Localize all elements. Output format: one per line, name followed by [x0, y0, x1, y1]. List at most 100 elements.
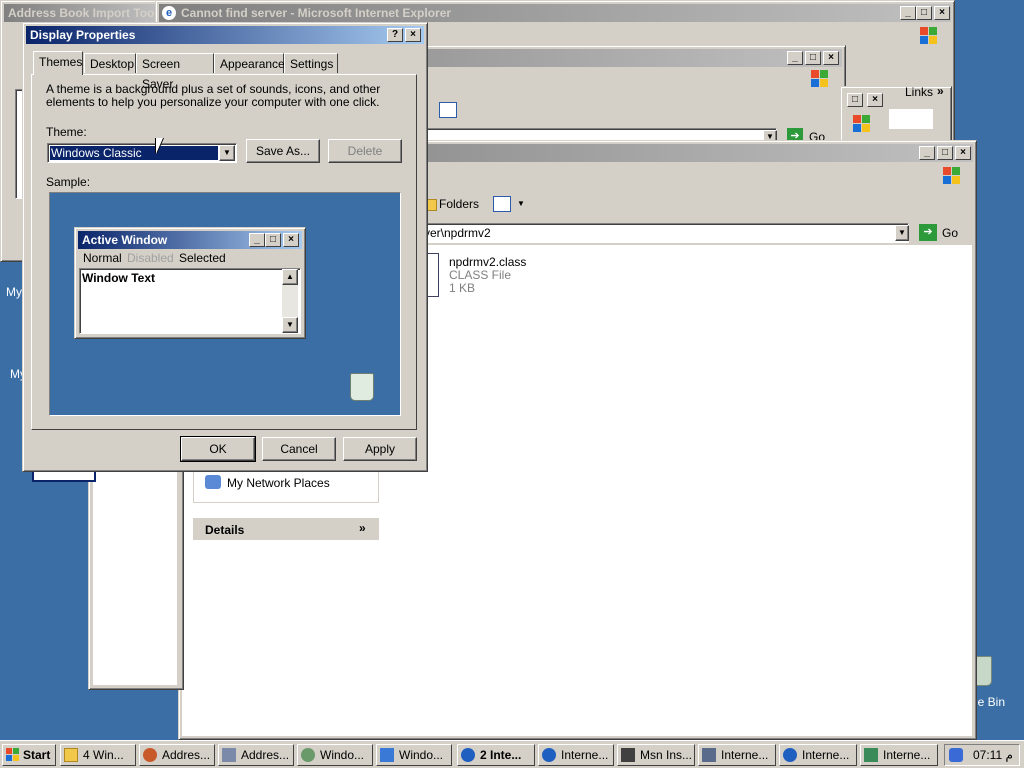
taskbar-item-8[interactable]: Msn Ins...: [617, 744, 695, 766]
go-arrow-icon[interactable]: ➔: [919, 224, 937, 241]
views-icon[interactable]: [439, 102, 457, 118]
sample-scroll-down-icon: ▼: [282, 317, 298, 333]
details-header[interactable]: Details »: [193, 518, 379, 540]
system-tray: 07:11 م: [944, 744, 1020, 766]
explorer-close-button[interactable]: ×: [955, 146, 971, 160]
taskbar-item-2[interactable]: Addres...: [139, 744, 215, 766]
address-book-title-bar[interactable]: Address Book Import Tool: [4, 4, 158, 22]
explorer-maximize-button[interactable]: □: [937, 146, 953, 160]
ie-icon: [702, 748, 716, 762]
delete-button[interactable]: Delete: [328, 139, 402, 163]
folder-icon: [64, 748, 78, 762]
sample-window-title: Active Window: [82, 233, 168, 247]
taskbar-item-label: Msn Ins...: [640, 748, 693, 762]
tab-appearance[interactable]: Appearance: [214, 53, 285, 73]
views-dropdown-icon[interactable]: ▼: [517, 199, 525, 208]
folders-button[interactable]: Folders: [439, 197, 479, 211]
tab-desktop[interactable]: Desktop: [84, 53, 136, 73]
taskbar-item-9[interactable]: Interne...: [698, 744, 776, 766]
sample-menu-selected: Selected: [179, 251, 226, 265]
address-dropdown-button[interactable]: ▼: [895, 225, 909, 241]
recycle-bin-label[interactable]: le Bin: [975, 695, 1005, 709]
apply-button[interactable]: Apply: [343, 437, 417, 461]
taskbar-item-6[interactable]: 2 Inte...: [457, 744, 535, 766]
explorer-mid-maximize-button[interactable]: □: [805, 51, 821, 65]
network-places-link[interactable]: My Network Places: [227, 476, 330, 490]
taskbar-item-11[interactable]: Interne...: [860, 744, 938, 766]
chevron-down-icon[interactable]: »: [359, 521, 366, 535]
taskbar-item-label: Addres...: [241, 748, 290, 762]
taskbar-item-label: Addres...: [162, 748, 211, 762]
sample-recycle-bin-icon: [350, 373, 374, 401]
chevron-right-icon[interactable]: »: [937, 84, 944, 98]
small-window-right[interactable]: □ × Links »: [840, 84, 952, 148]
msn-icon: [621, 748, 635, 762]
go-button[interactable]: Go: [942, 226, 958, 240]
explorer-minimize-button[interactable]: _: [919, 146, 935, 160]
sample-menu-normal: Normal: [83, 251, 122, 265]
small-window-maximize-button[interactable]: □: [847, 93, 863, 107]
address-book-icon: [143, 748, 157, 762]
ie-maximize-button[interactable]: □: [916, 6, 932, 20]
explorer-mid-minimize-button[interactable]: _: [787, 51, 803, 65]
windows-logo-icon: [943, 167, 961, 185]
sample-window-text: Window Text: [82, 271, 155, 285]
sample-label: Sample:: [46, 175, 91, 189]
views-icon[interactable]: [493, 196, 511, 212]
taskbar-item-3[interactable]: Addres...: [218, 744, 294, 766]
sample-active-window: Active Window _ □ × Normal Disabled Sele…: [74, 227, 306, 339]
small-window-close-button[interactable]: ×: [867, 93, 883, 107]
taskbar: Start 4 Win... Addres... Addres... Windo…: [0, 740, 1024, 768]
window-icon: [380, 748, 394, 762]
ie-title: Cannot find server - Microsoft Internet …: [181, 6, 452, 20]
ie-icon: e: [162, 6, 176, 20]
theme-select-dropdown[interactable]: ▼: [219, 145, 235, 161]
background-window-left[interactable]: [88, 440, 184, 690]
windows-logo-icon: [6, 748, 20, 762]
cancel-button[interactable]: Cancel: [262, 437, 336, 461]
ok-button[interactable]: OK: [180, 436, 256, 462]
dialog-close-button[interactable]: ×: [405, 28, 421, 42]
address-bar[interactable]: yer\npdrmv2: [419, 223, 909, 243]
help-button[interactable]: ?: [387, 28, 403, 42]
explorer-mid-close-button[interactable]: ×: [823, 51, 839, 65]
sample-text-area: Window Text ▲ ▼: [79, 268, 301, 334]
start-label: Start: [23, 748, 51, 762]
network-places-icon[interactable]: [205, 475, 221, 489]
tab-screen-saver[interactable]: Screen Saver: [136, 53, 214, 91]
theme-label: Theme:: [46, 125, 87, 139]
ie-icon: [542, 748, 556, 762]
tab-settings[interactable]: Settings: [284, 53, 338, 73]
taskbar-item-label: Interne...: [721, 748, 769, 762]
ie-icon: [783, 748, 797, 762]
save-as-button[interactable]: Save As...: [246, 139, 320, 163]
sample-minimize-icon: _: [249, 233, 265, 247]
taskbar-item-1[interactable]: 4 Win...: [60, 744, 136, 766]
desktop-icon-label-my[interactable]: My: [6, 285, 22, 299]
ie-title-bar[interactable]: e Cannot find server - Microsoft Interne…: [159, 4, 951, 22]
taskbar-item-label: Interne...: [802, 748, 850, 762]
file-name[interactable]: npdrmv2.class: [449, 255, 526, 269]
ie-minimize-button[interactable]: _: [900, 6, 916, 20]
taskbar-item-10[interactable]: Interne...: [779, 744, 857, 766]
taskbar-item-5[interactable]: Windo...: [376, 744, 452, 766]
tab-themes[interactable]: Themes: [33, 51, 83, 75]
taskbar-item-7[interactable]: Interne...: [538, 744, 614, 766]
ie-close-button[interactable]: ×: [934, 6, 950, 20]
sample-menu-disabled: Disabled: [127, 251, 174, 265]
display-properties-title-bar[interactable]: Display Properties: [26, 26, 424, 44]
taskbar-item-label: 4 Win...: [83, 748, 124, 762]
file-type: CLASS File: [449, 268, 512, 282]
network-tray-icon[interactable]: [949, 748, 963, 762]
address-value: yer\npdrmv2: [424, 226, 491, 240]
clock[interactable]: 07:11 م: [973, 748, 1013, 762]
background-window-left-content: [93, 469, 177, 685]
start-button[interactable]: Start: [2, 744, 56, 766]
theme-select[interactable]: Windows Classic ▼: [47, 143, 237, 163]
taskbar-item-4[interactable]: Windo...: [297, 744, 373, 766]
address-book-title: Address Book Import Tool: [8, 6, 158, 20]
display-properties-dialog[interactable]: Display Properties ? × Themes Desktop Sc…: [22, 22, 428, 472]
links-label[interactable]: Links: [905, 85, 933, 99]
small-window-content: [889, 109, 933, 129]
window-icon: [301, 748, 315, 762]
